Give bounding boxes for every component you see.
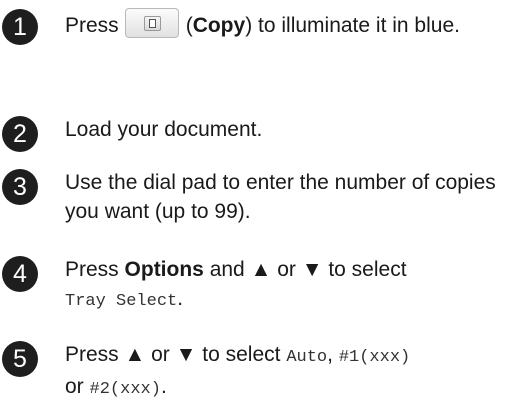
step-text: Press ▲ or ▼ to select Auto, #1(xxx) or #… — [65, 343, 411, 399]
copy-glyph-icon — [148, 19, 156, 28]
option-tray-1: #1(xxx) — [338, 348, 411, 367]
menu-item-tray-select: Tray Select — [65, 292, 178, 311]
step-number-badge: 2 — [2, 116, 38, 152]
step-text: Load your document. — [65, 118, 263, 141]
copy-key-inner — [143, 16, 161, 31]
step-text: Press (Copy) to illuminate it in blue. — [65, 8, 530, 40]
step-text: Use the dial pad to enter the number of … — [65, 171, 496, 223]
key-label-options: Options — [124, 258, 204, 281]
step-number-badge: 5 — [2, 341, 38, 377]
key-label-copy: Copy — [192, 14, 246, 37]
copy-key-icon — [124, 8, 179, 38]
step-number-badge: 1 — [2, 9, 38, 45]
step-text: Press Options and ▲ or ▼ to select Tray S… — [65, 258, 407, 311]
option-tray-2: #2(xxx) — [89, 380, 161, 399]
step-number-badge: 3 — [2, 169, 38, 205]
step-number-badge: 4 — [2, 256, 38, 292]
option-auto: Auto — [286, 348, 328, 367]
